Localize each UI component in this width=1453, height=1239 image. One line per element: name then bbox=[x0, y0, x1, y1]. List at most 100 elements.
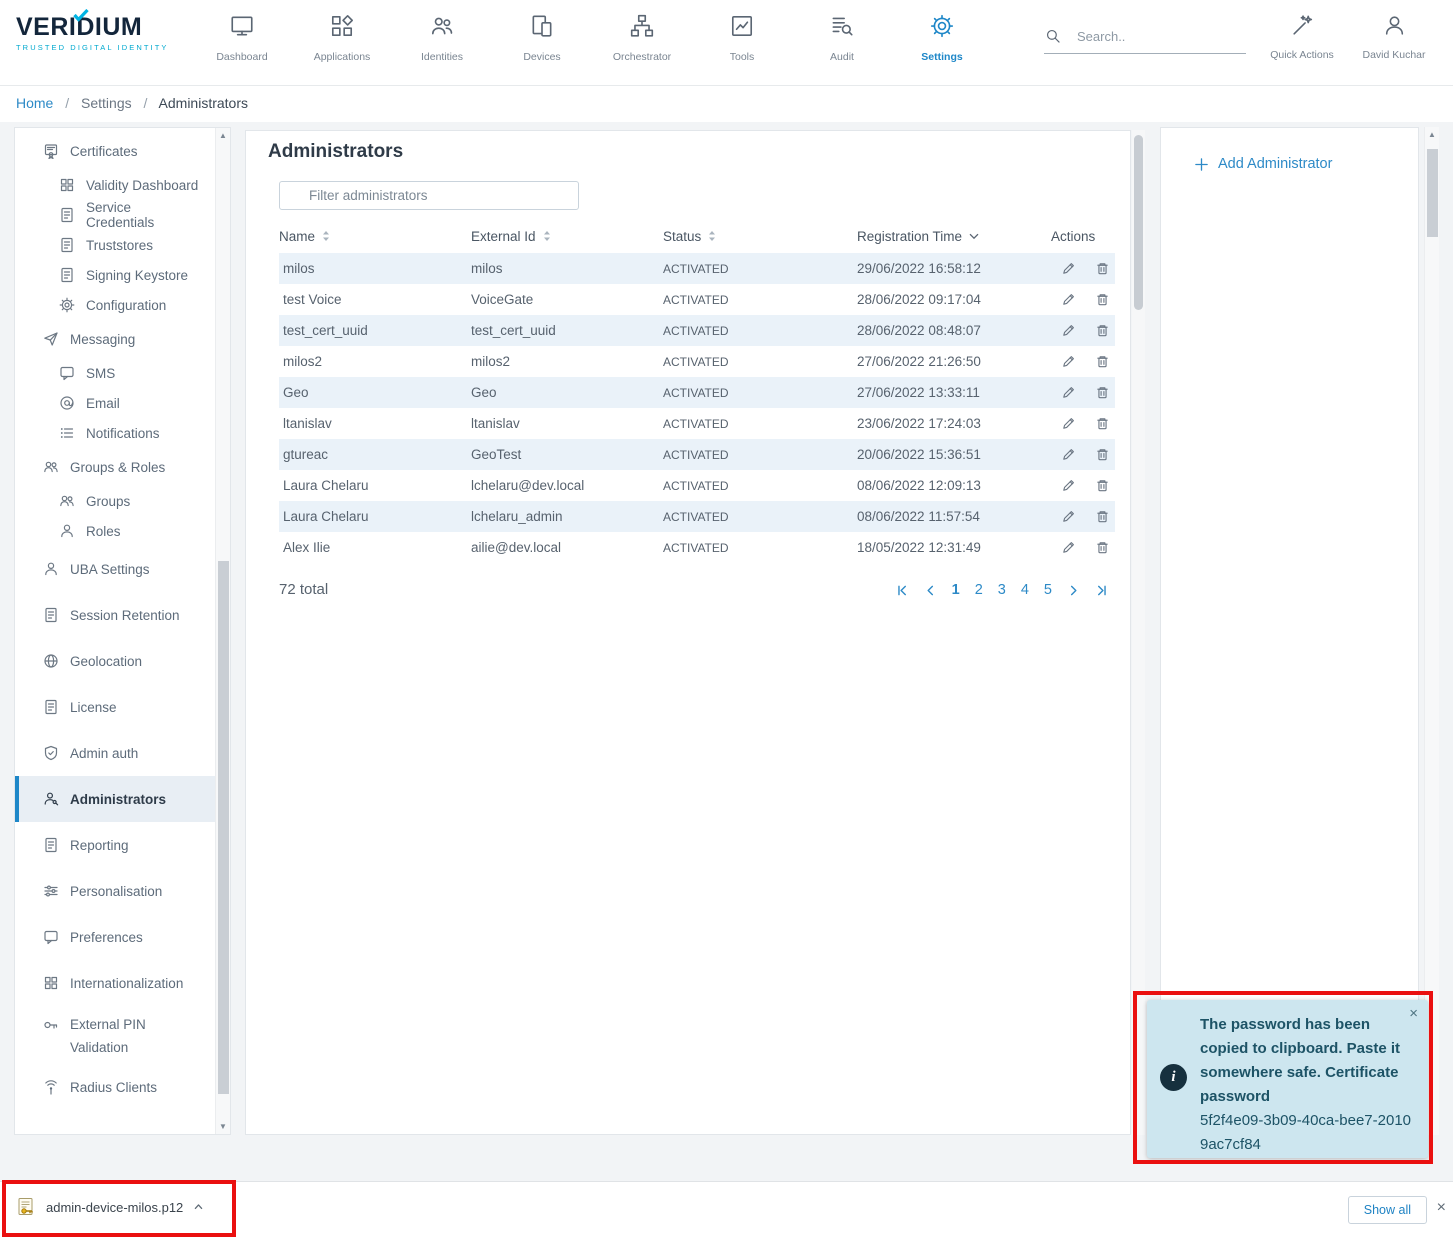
sidebar-item-uba-settings[interactable]: UBA Settings bbox=[15, 546, 216, 592]
edit-icon[interactable] bbox=[1061, 385, 1076, 400]
scroll-up-icon[interactable]: ▲ bbox=[1425, 130, 1439, 139]
sidebar-item-reporting[interactable]: Reporting bbox=[15, 822, 216, 868]
sidebar-item-truststores[interactable]: Truststores bbox=[15, 230, 216, 260]
table-row[interactable]: test_cert_uuid test_cert_uuid ACTIVATED … bbox=[279, 315, 1115, 346]
edit-icon[interactable] bbox=[1061, 509, 1076, 524]
delete-icon[interactable] bbox=[1095, 354, 1110, 369]
column-header-status[interactable]: Status bbox=[663, 229, 857, 244]
sidebar-item-service-credentials[interactable]: Service Credentials bbox=[15, 200, 216, 230]
close-shelf-icon[interactable]: × bbox=[1437, 1200, 1446, 1216]
sidebar-item-signing-keystore[interactable]: Signing Keystore bbox=[15, 260, 216, 290]
scrollbar-thumb[interactable] bbox=[218, 561, 229, 1094]
delete-icon[interactable] bbox=[1095, 540, 1110, 555]
sidebar-item-certificates[interactable]: Certificates bbox=[15, 132, 216, 170]
sidebar-item-email[interactable]: Email bbox=[15, 388, 216, 418]
scrollbar-thumb[interactable] bbox=[1427, 149, 1438, 237]
sidebar-item-groups[interactable]: Groups bbox=[15, 486, 216, 516]
sidebar-item-geolocation[interactable]: Geolocation bbox=[15, 638, 216, 684]
nav-item-audit[interactable]: Audit bbox=[792, 0, 892, 86]
first-page-icon[interactable] bbox=[896, 584, 909, 597]
sidebar-item-notifications[interactable]: Notifications bbox=[15, 418, 216, 448]
edit-icon[interactable] bbox=[1061, 323, 1076, 338]
breadcrumb-home[interactable]: Home bbox=[16, 95, 53, 111]
scroll-down-icon[interactable]: ▼ bbox=[216, 1122, 230, 1131]
column-header-external-id[interactable]: External Id bbox=[471, 229, 663, 244]
cell-registration-time: 08/06/2022 11:57:54 bbox=[857, 509, 1051, 524]
page-number-5[interactable]: 5 bbox=[1044, 583, 1052, 598]
downloaded-file-chip[interactable]: admin-device-milos.p12 bbox=[16, 1197, 204, 1217]
sidebar-item-personalisation[interactable]: Personalisation bbox=[15, 868, 216, 914]
nav-item-dashboard[interactable]: Dashboard bbox=[192, 0, 292, 86]
user-menu-button[interactable]: David Kuchar bbox=[1350, 13, 1438, 61]
sidebar-item-preferences[interactable]: Preferences bbox=[15, 914, 216, 960]
edit-icon[interactable] bbox=[1061, 292, 1076, 307]
sidebar-item-validity-dashboard[interactable]: Validity Dashboard bbox=[15, 170, 216, 200]
breadcrumb-settings[interactable]: Settings bbox=[81, 95, 132, 111]
nav-item-settings[interactable]: Settings bbox=[892, 0, 992, 86]
add-administrator-button[interactable]: Add Administrator bbox=[1194, 156, 1332, 172]
sidebar-item-roles[interactable]: Roles bbox=[15, 516, 216, 546]
sidebar-item-external-pin-validation[interactable]: External PIN Validation bbox=[15, 1006, 216, 1064]
page-number-1[interactable]: 1 bbox=[952, 583, 960, 598]
table-row[interactable]: Laura Chelaru lchelaru_admin ACTIVATED 0… bbox=[279, 501, 1115, 532]
sidebar-scrollbar[interactable]: ▲ ▼ bbox=[215, 128, 230, 1134]
show-all-downloads-button[interactable]: Show all bbox=[1348, 1196, 1427, 1224]
sidebar-item-session-retention[interactable]: Session Retention bbox=[15, 592, 216, 638]
previous-page-icon[interactable] bbox=[924, 584, 937, 597]
edit-icon[interactable] bbox=[1061, 416, 1076, 431]
column-header-name[interactable]: Name bbox=[279, 229, 471, 244]
column-header-registration-time[interactable]: Registration Time bbox=[857, 229, 1051, 244]
delete-icon[interactable] bbox=[1095, 509, 1110, 524]
sidebar-item-radius-clients[interactable]: Radius Clients bbox=[15, 1064, 216, 1110]
next-page-icon[interactable] bbox=[1067, 584, 1080, 597]
delete-icon[interactable] bbox=[1095, 416, 1110, 431]
delete-icon[interactable] bbox=[1095, 323, 1110, 338]
last-page-icon[interactable] bbox=[1095, 584, 1108, 597]
table-row[interactable]: milos2 milos2 ACTIVATED 27/06/2022 21:26… bbox=[279, 346, 1115, 377]
table-row[interactable]: test Voice VoiceGate ACTIVATED 28/06/202… bbox=[279, 284, 1115, 315]
nav-item-orchestrator[interactable]: Orchestrator bbox=[592, 0, 692, 86]
edit-icon[interactable] bbox=[1061, 540, 1076, 555]
delete-icon[interactable] bbox=[1095, 385, 1110, 400]
quick-actions-button[interactable]: Quick Actions bbox=[1256, 13, 1348, 61]
sidebar-item-internationalization[interactable]: Internationalization bbox=[15, 960, 216, 1006]
delete-icon[interactable] bbox=[1095, 478, 1110, 493]
scroll-up-icon[interactable]: ▲ bbox=[216, 131, 230, 140]
filter-administrators-input[interactable] bbox=[279, 181, 579, 210]
edit-icon[interactable] bbox=[1061, 354, 1076, 369]
sidebar-item-sms[interactable]: SMS bbox=[15, 358, 216, 388]
window-scrollbar[interactable]: ▲ bbox=[1424, 127, 1439, 1135]
nav-item-identities[interactable]: Identities bbox=[392, 0, 492, 86]
delete-icon[interactable] bbox=[1095, 292, 1110, 307]
table-row[interactable]: Geo Geo ACTIVATED 27/06/2022 13:33:11 bbox=[279, 377, 1115, 408]
sidebar-item-groups-roles[interactable]: Groups & Roles bbox=[15, 448, 216, 486]
scrollbar-thumb[interactable] bbox=[1134, 135, 1143, 310]
page-number-3[interactable]: 3 bbox=[998, 583, 1006, 598]
sidebar-item-administrators[interactable]: Administrators bbox=[15, 776, 216, 822]
sidebar-item-admin-auth[interactable]: Admin auth bbox=[15, 730, 216, 776]
edit-icon[interactable] bbox=[1061, 261, 1076, 276]
search-icon[interactable] bbox=[1044, 27, 1063, 46]
page-number-2[interactable]: 2 bbox=[975, 583, 983, 598]
nav-item-applications[interactable]: Applications bbox=[292, 0, 392, 86]
sidebar-item-configuration[interactable]: Configuration bbox=[15, 290, 216, 320]
veridium-logo[interactable]: VERIDIUM TRUSTED DIGITAL IDENTITY bbox=[16, 15, 169, 52]
table-row[interactable]: Alex Ilie ailie@dev.local ACTIVATED 18/0… bbox=[279, 532, 1115, 563]
table-row[interactable]: Laura Chelaru lchelaru@dev.local ACTIVAT… bbox=[279, 470, 1115, 501]
edit-icon[interactable] bbox=[1061, 478, 1076, 493]
sidebar-item-messaging[interactable]: Messaging bbox=[15, 320, 216, 358]
search-input[interactable] bbox=[1075, 28, 1235, 45]
nav-item-devices[interactable]: Devices bbox=[492, 0, 592, 86]
table-row[interactable]: gtureac GeoTest ACTIVATED 20/06/2022 15:… bbox=[279, 439, 1115, 470]
nav-item-tools[interactable]: Tools bbox=[692, 0, 792, 86]
table-row[interactable]: milos milos ACTIVATED 29/06/2022 16:58:1… bbox=[279, 253, 1115, 284]
page-number-4[interactable]: 4 bbox=[1021, 583, 1029, 598]
main-scrollbar[interactable] bbox=[1132, 130, 1145, 1135]
table-row[interactable]: ltanislav ltanislav ACTIVATED 23/06/2022… bbox=[279, 408, 1115, 439]
chevron-up-icon[interactable] bbox=[193, 1200, 204, 1215]
close-icon[interactable]: × bbox=[1409, 1005, 1418, 1022]
delete-icon[interactable] bbox=[1095, 447, 1110, 462]
sidebar-item-license[interactable]: License bbox=[15, 684, 216, 730]
delete-icon[interactable] bbox=[1095, 261, 1110, 276]
edit-icon[interactable] bbox=[1061, 447, 1076, 462]
